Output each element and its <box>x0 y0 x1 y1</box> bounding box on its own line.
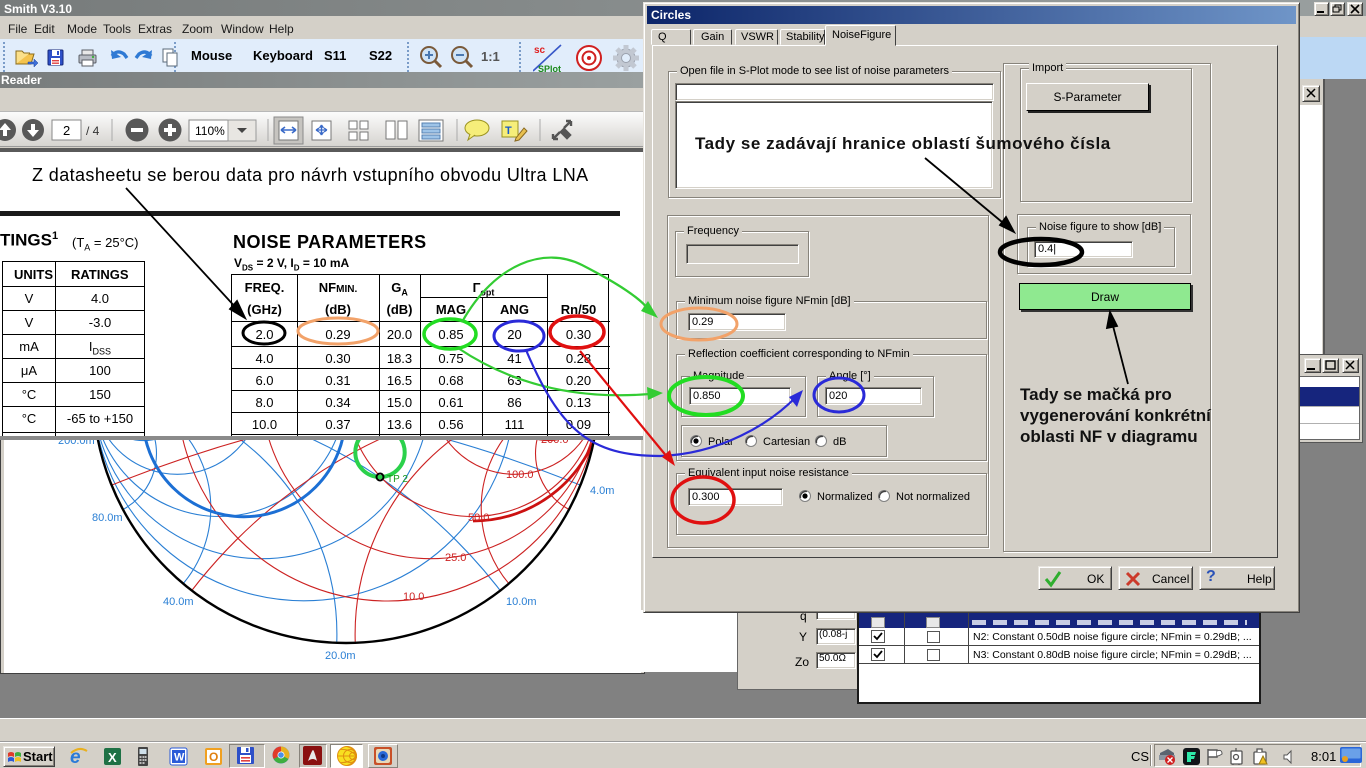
svg-text:TP 2: TP 2 <box>387 474 408 485</box>
svg-text:2: 2 <box>63 123 70 138</box>
svg-text:100.0: 100.0 <box>506 469 534 481</box>
svg-text:20.0m: 20.0m <box>325 650 356 662</box>
svg-text:W: W <box>174 752 185 764</box>
svg-text:25.0: 25.0 <box>445 552 466 564</box>
svg-text:40.0m: 40.0m <box>163 596 194 608</box>
svg-text:80.0m: 80.0m <box>92 512 123 524</box>
svg-text:/ 4: / 4 <box>86 124 100 138</box>
svg-text:50.0: 50.0 <box>468 512 489 524</box>
svg-text:T: T <box>505 125 512 137</box>
svg-text:10.0: 10.0 <box>403 591 424 603</box>
svg-text:X: X <box>108 750 117 765</box>
svg-text:10.0m: 10.0m <box>506 596 537 608</box>
svg-text:110%: 110% <box>195 124 225 138</box>
svg-text:O: O <box>209 750 218 764</box>
svg-text:4.0m: 4.0m <box>590 485 614 497</box>
